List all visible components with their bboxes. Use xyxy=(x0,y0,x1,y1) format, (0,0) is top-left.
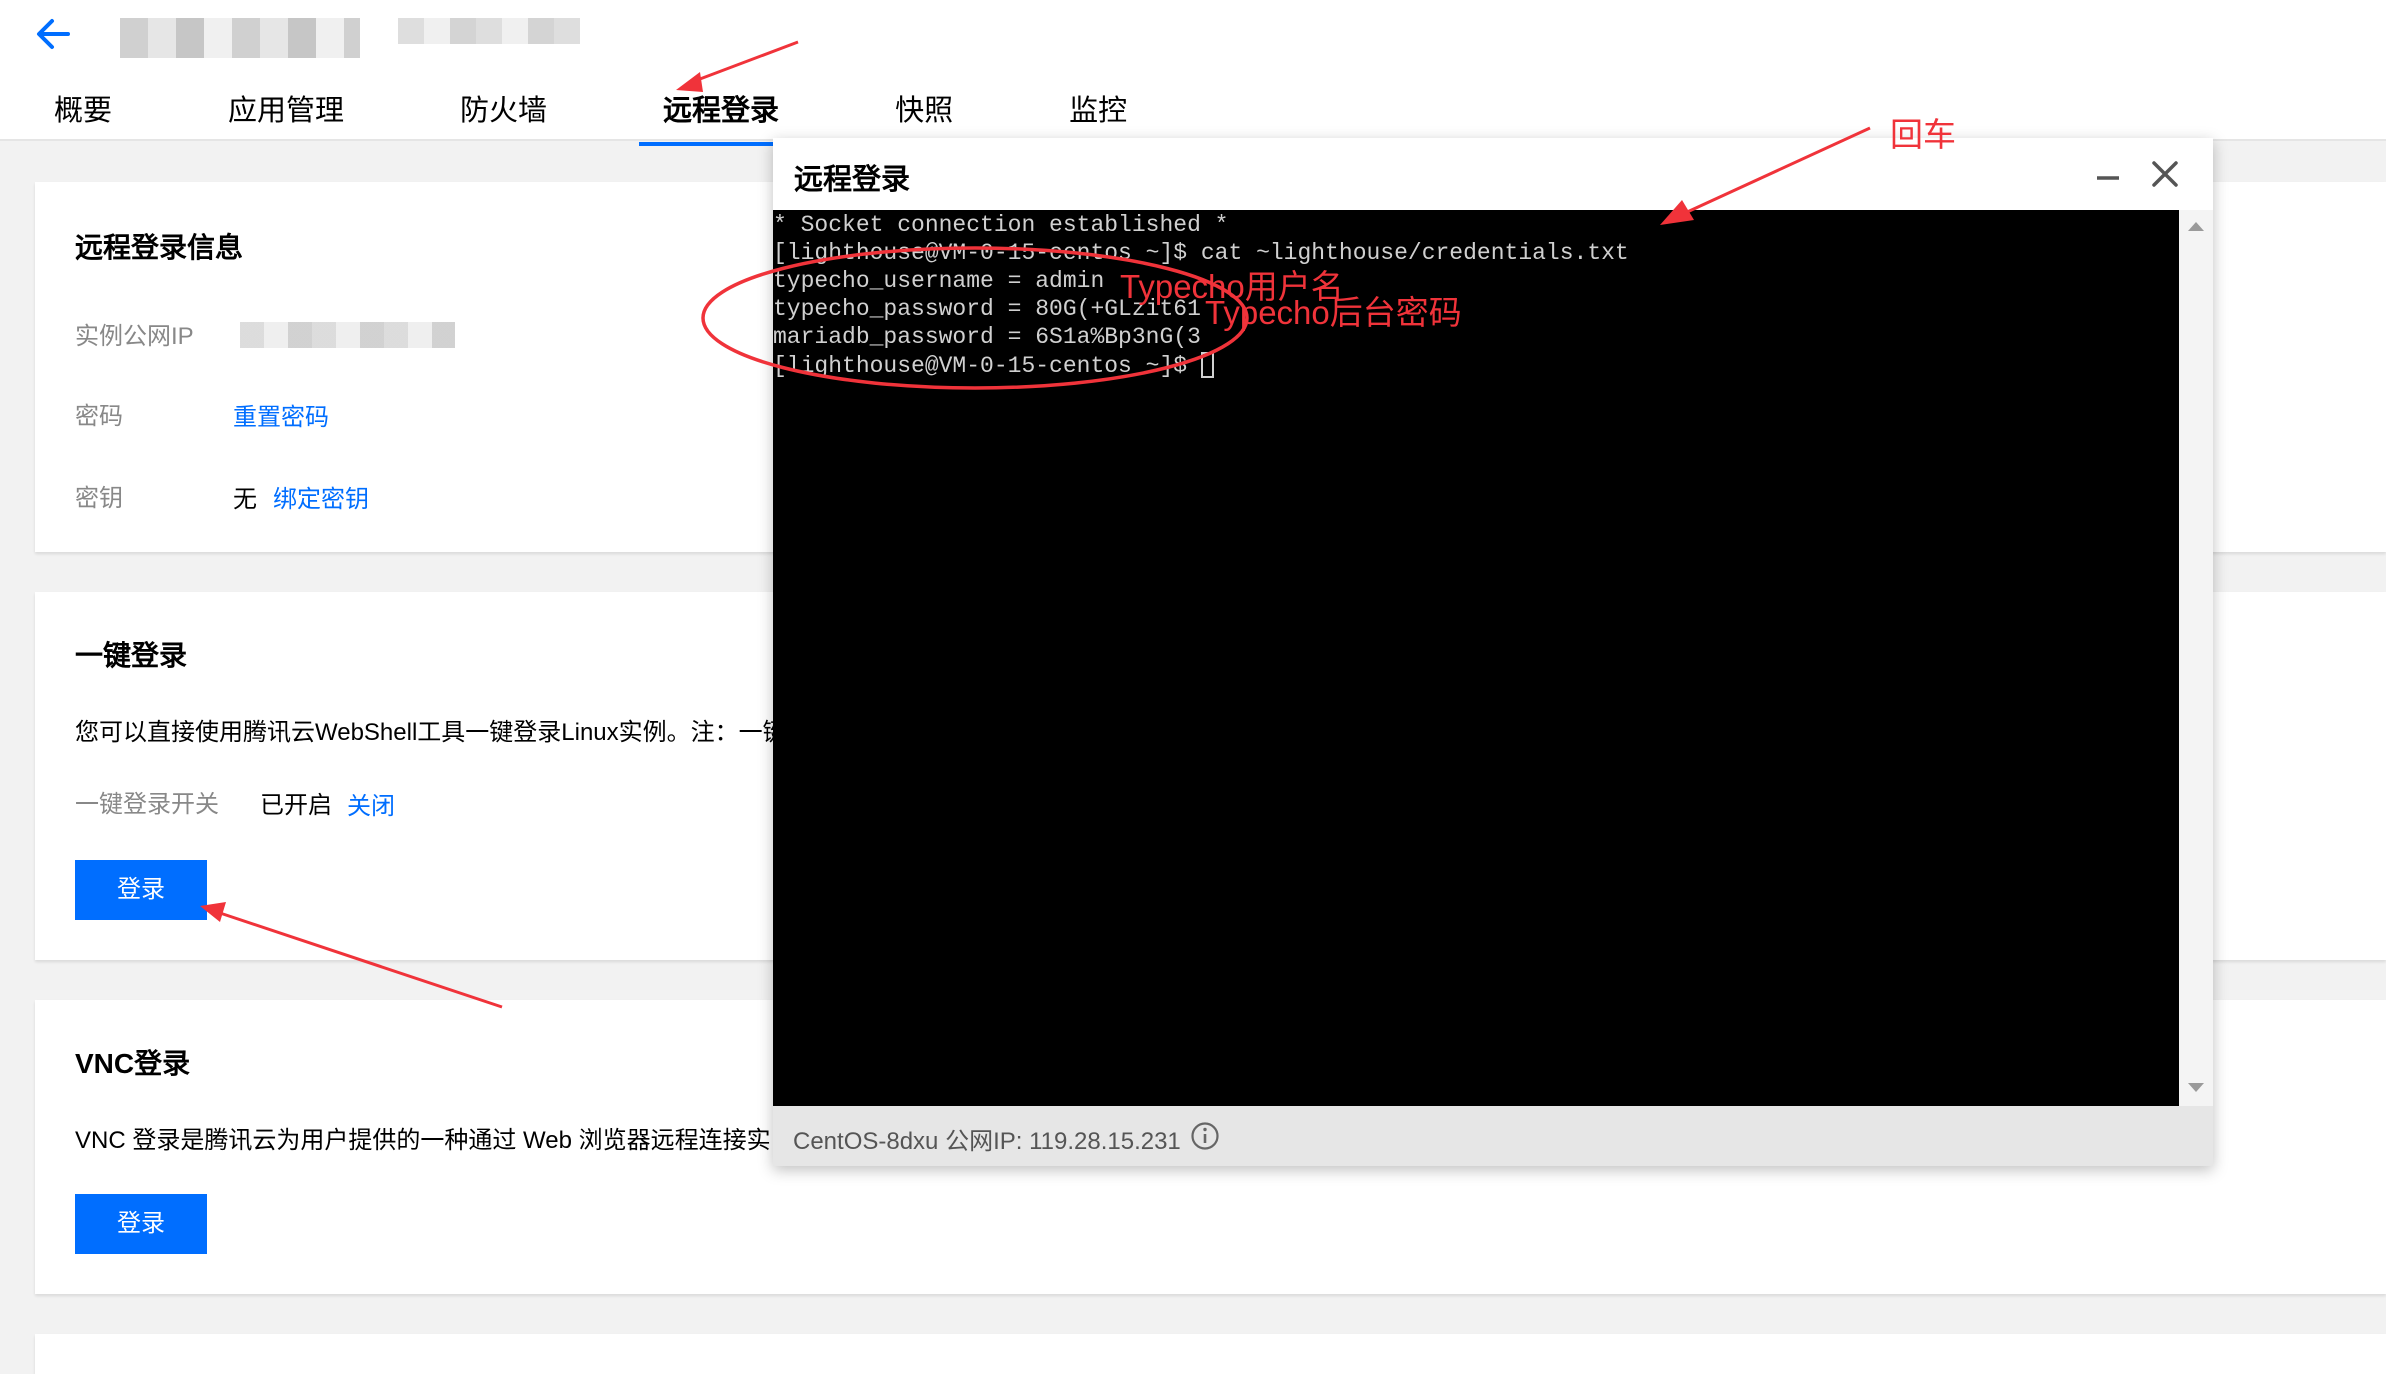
one-click-switch-label: 一键登录开关 xyxy=(75,791,219,818)
key-label: 密钥 xyxy=(75,485,123,512)
top-bar: 概要 应用管理 防火墙 远程登录 快照 监控 xyxy=(0,0,2386,146)
minimize-icon[interactable] xyxy=(2091,160,2125,194)
close-icon[interactable] xyxy=(2147,156,2183,192)
tab-app-management[interactable]: 应用管理 xyxy=(204,86,368,141)
terminal-line: mariadb_password = 6S1a%Bp3nG(3 xyxy=(773,324,1201,350)
reset-password-link[interactable]: 重置密码 xyxy=(233,397,329,432)
terminal[interactable]: * Socket connection established * [light… xyxy=(773,210,2179,1106)
instance-id-redacted xyxy=(398,18,580,44)
one-click-description: 您可以直接使用腾讯云WebShell工具一键登录Linux实例。注：一键 xyxy=(75,719,787,746)
vnc-description: VNC 登录是腾讯云为用户提供的一种通过 Web 浏览器远程连接实 xyxy=(75,1127,771,1154)
ip-label: 实例公网IP xyxy=(75,323,194,350)
tab-monitor[interactable]: 监控 xyxy=(1045,86,1151,141)
card-title: 一键登录 xyxy=(75,640,188,671)
next-card xyxy=(35,1334,2386,1374)
terminal-prompt: [lighthouse@VM-0-15-centos ~]$ xyxy=(773,353,1201,379)
tab-firewall[interactable]: 防火墙 xyxy=(436,86,571,141)
tab-remote-login[interactable]: 远程登录 xyxy=(639,86,804,146)
dialog-status-bar: CentOS-8dxu 公网IP: 119.28.15.231 xyxy=(773,1106,2213,1166)
dialog-header: 远程登录 xyxy=(773,138,2213,210)
terminal-scrollbar[interactable] xyxy=(2179,210,2213,1106)
key-value: 无 xyxy=(233,486,257,513)
bind-key-link[interactable]: 绑定密钥 xyxy=(273,479,369,514)
tab-bar: 概要 应用管理 防火墙 远程登录 快照 监控 xyxy=(30,86,1219,146)
instance-status-text: CentOS-8dxu 公网IP: 119.28.15.231 xyxy=(793,1128,1181,1155)
card-title: VNC登录 xyxy=(75,1048,191,1079)
annotation-password-label: Typecho后台密码 xyxy=(1205,294,1462,331)
one-click-switch-state: 已开启 xyxy=(260,792,332,819)
vnc-login-button[interactable]: 登录 xyxy=(75,1194,207,1254)
annotation-enter-label: 回车 xyxy=(1890,116,1956,153)
dialog-title: 远程登录 xyxy=(794,164,911,196)
terminal-prompt-line: [lighthouse@VM-0-15-centos ~]$ xyxy=(773,352,1214,379)
terminal-cursor xyxy=(1200,352,1214,378)
scroll-up-icon[interactable] xyxy=(2188,222,2204,231)
card-title: 远程登录信息 xyxy=(75,232,244,263)
scroll-down-icon[interactable] xyxy=(2188,1083,2204,1092)
tab-overview[interactable]: 概要 xyxy=(30,86,136,141)
tab-snapshot[interactable]: 快照 xyxy=(871,86,977,141)
info-icon[interactable] xyxy=(1190,1121,1220,1151)
close-one-click-link[interactable]: 关闭 xyxy=(347,786,395,821)
terminal-line: typecho_username = admin xyxy=(773,268,1105,294)
password-label: 密码 xyxy=(75,403,123,430)
arrow-left-icon[interactable] xyxy=(32,14,72,54)
ip-value-redacted xyxy=(240,322,455,348)
terminal-line: * Socket connection established * xyxy=(773,212,1229,238)
remote-login-dialog: 远程登录 * Socket connection established * [… xyxy=(773,138,2213,1166)
instance-name-redacted xyxy=(120,18,360,58)
one-click-login-button[interactable]: 登录 xyxy=(75,860,207,920)
